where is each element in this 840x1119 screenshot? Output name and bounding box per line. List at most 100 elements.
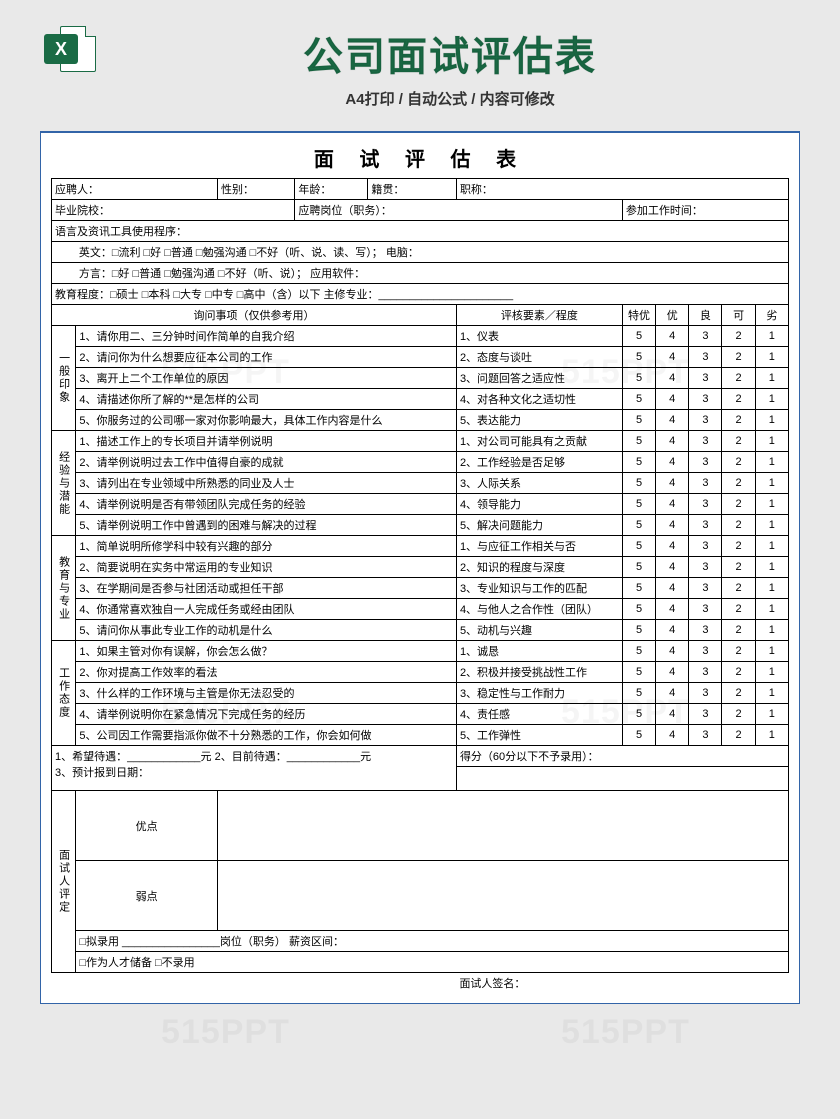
score-cell[interactable]: 4	[656, 347, 689, 368]
score-cell[interactable]: 2	[722, 494, 755, 515]
score-cell[interactable]: 5	[622, 368, 655, 389]
score-cell[interactable]: 4	[656, 578, 689, 599]
score-cell[interactable]: 4	[656, 536, 689, 557]
score-cell[interactable]: 2	[722, 725, 755, 746]
score-cell[interactable]: 2	[722, 326, 755, 347]
score-cell[interactable]: 4	[656, 473, 689, 494]
score-cell[interactable]: 3	[689, 368, 722, 389]
score-cell[interactable]: 5	[622, 326, 655, 347]
score-cell[interactable]: 1	[755, 389, 788, 410]
score-cell[interactable]: 1	[755, 452, 788, 473]
score-cell[interactable]: 1	[755, 515, 788, 536]
pros-field[interactable]	[217, 791, 788, 861]
score-cell[interactable]: 1	[755, 431, 788, 452]
score-cell[interactable]: 5	[622, 536, 655, 557]
score-cell[interactable]: 1	[755, 536, 788, 557]
score-cell[interactable]: 3	[689, 473, 722, 494]
score-cell[interactable]: 2	[722, 389, 755, 410]
score-cell[interactable]: 2	[722, 599, 755, 620]
score-cell[interactable]: 1	[755, 662, 788, 683]
score-cell[interactable]: 2	[722, 452, 755, 473]
score-cell[interactable]: 5	[622, 452, 655, 473]
score-cell[interactable]: 3	[689, 662, 722, 683]
score-cell[interactable]: 5	[622, 599, 655, 620]
score-cell[interactable]: 3	[689, 725, 722, 746]
score-cell[interactable]: 5	[622, 725, 655, 746]
score-cell[interactable]: 1	[755, 620, 788, 641]
score-cell[interactable]: 3	[689, 347, 722, 368]
score-cell[interactable]: 5	[622, 389, 655, 410]
score-cell[interactable]: 4	[656, 326, 689, 347]
score-cell[interactable]: 5	[622, 662, 655, 683]
score-cell[interactable]: 4	[656, 389, 689, 410]
score-cell[interactable]: 1	[755, 473, 788, 494]
score-cell[interactable]: 1	[755, 683, 788, 704]
score-cell[interactable]: 3	[689, 431, 722, 452]
score-cell[interactable]: 4	[656, 620, 689, 641]
score-cell[interactable]: 1	[755, 704, 788, 725]
score-cell[interactable]: 4	[656, 599, 689, 620]
score-cell[interactable]: 2	[722, 662, 755, 683]
score-cell[interactable]: 4	[656, 368, 689, 389]
score-cell[interactable]: 3	[689, 410, 722, 431]
score-cell[interactable]: 3	[689, 326, 722, 347]
score-cell[interactable]: 3	[689, 557, 722, 578]
score-cell[interactable]: 2	[722, 368, 755, 389]
score-cell[interactable]: 2	[722, 410, 755, 431]
score-cell[interactable]: 5	[622, 431, 655, 452]
score-cell[interactable]: 1	[755, 578, 788, 599]
cons-field[interactable]	[217, 861, 788, 931]
score-cell[interactable]: 4	[656, 515, 689, 536]
score-cell[interactable]: 4	[656, 410, 689, 431]
score-cell[interactable]: 5	[622, 557, 655, 578]
score-cell[interactable]: 1	[755, 410, 788, 431]
score-cell[interactable]: 2	[722, 641, 755, 662]
score-cell[interactable]: 3	[689, 389, 722, 410]
score-cell[interactable]: 2	[722, 473, 755, 494]
score-cell[interactable]: 5	[622, 620, 655, 641]
score-cell[interactable]: 4	[656, 557, 689, 578]
score-cell[interactable]: 5	[622, 515, 655, 536]
score-cell[interactable]: 2	[722, 704, 755, 725]
score-cell[interactable]: 3	[689, 578, 722, 599]
score-cell[interactable]: 5	[622, 578, 655, 599]
score-cell[interactable]: 2	[722, 620, 755, 641]
score-cell[interactable]: 4	[656, 662, 689, 683]
score-cell[interactable]: 1	[755, 494, 788, 515]
score-cell[interactable]: 4	[656, 683, 689, 704]
score-cell[interactable]: 2	[722, 431, 755, 452]
score-cell[interactable]: 2	[722, 347, 755, 368]
score-cell[interactable]: 4	[656, 452, 689, 473]
score-cell[interactable]: 3	[689, 452, 722, 473]
score-cell[interactable]: 1	[755, 725, 788, 746]
score-cell[interactable]: 2	[722, 536, 755, 557]
score-cell[interactable]: 3	[689, 683, 722, 704]
score-cell[interactable]: 2	[722, 557, 755, 578]
score-cell[interactable]: 4	[656, 725, 689, 746]
score-cell[interactable]: 3	[689, 599, 722, 620]
score-cell[interactable]: 4	[656, 641, 689, 662]
score-cell[interactable]: 1	[755, 326, 788, 347]
score-cell[interactable]: 3	[689, 620, 722, 641]
score-cell[interactable]: 2	[722, 683, 755, 704]
score-cell[interactable]: 4	[656, 431, 689, 452]
score-cell[interactable]: 2	[722, 578, 755, 599]
score-cell[interactable]: 4	[656, 704, 689, 725]
score-cell[interactable]: 1	[755, 347, 788, 368]
score-cell[interactable]: 5	[622, 683, 655, 704]
score-cell[interactable]: 5	[622, 494, 655, 515]
score-cell[interactable]: 4	[656, 494, 689, 515]
score-cell[interactable]: 3	[689, 704, 722, 725]
score-cell[interactable]: 3	[689, 536, 722, 557]
score-cell[interactable]: 1	[755, 641, 788, 662]
score-cell[interactable]: 1	[755, 599, 788, 620]
score-cell[interactable]: 5	[622, 473, 655, 494]
score-cell[interactable]: 2	[722, 515, 755, 536]
score-cell[interactable]: 5	[622, 704, 655, 725]
score-cell[interactable]: 5	[622, 641, 655, 662]
score-cell[interactable]: 1	[755, 368, 788, 389]
score-cell[interactable]: 3	[689, 494, 722, 515]
score-cell[interactable]: 5	[622, 347, 655, 368]
score-cell[interactable]: 5	[622, 410, 655, 431]
score-cell[interactable]: 1	[755, 557, 788, 578]
